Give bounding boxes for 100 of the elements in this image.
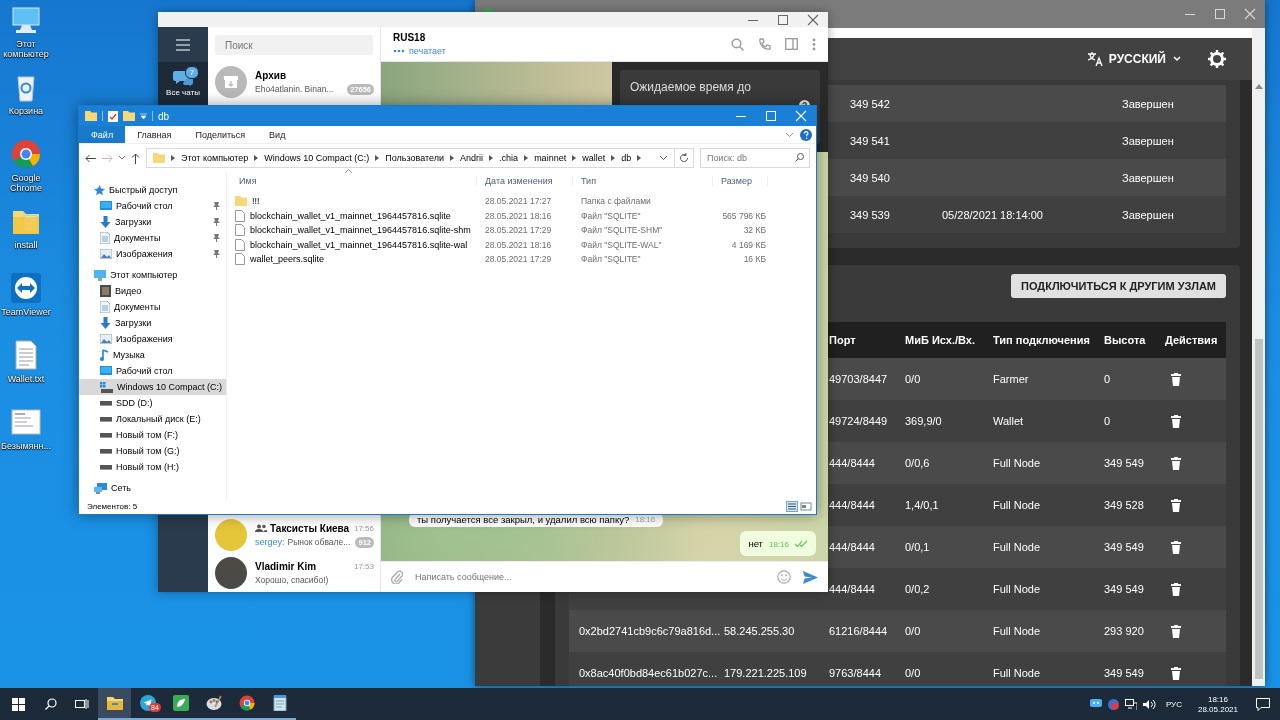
file-type: Файл "SQLITE" (580, 254, 642, 265)
ribbon-tab[interactable]: Поделиться (183, 126, 258, 143)
chevron-down-icon[interactable] (1172, 54, 1182, 64)
search-icon[interactable] (45, 698, 57, 710)
network-icon[interactable] (1124, 698, 1137, 710)
trash-icon[interactable] (1171, 414, 1181, 428)
scrollbar-thumb[interactable] (1254, 339, 1263, 679)
up-icon[interactable] (131, 152, 140, 164)
notification-icon[interactable] (1256, 697, 1270, 711)
nav-item[interactable]: Документы (79, 299, 226, 315)
trash-icon[interactable] (1171, 372, 1181, 386)
desktop-shortcut[interactable]: Корзина (0, 71, 52, 138)
nav-item[interactable]: Этот компьютер (79, 267, 226, 283)
nav-item[interactable]: Windows 10 Compact (C:) (79, 379, 226, 395)
new-folder-icon[interactable] (123, 111, 135, 121)
breadcrumb[interactable]: Windows 10 Compact (C:) (264, 153, 370, 163)
file-row[interactable]: blockchain_wallet_v1_mainnet_1964457816.sqlite 28.05.2021 18:16 Файл "SQLITE" 565 796 КБ (227, 208, 816, 223)
ribbon-tab[interactable]: Главная (125, 126, 184, 143)
details-view-icon[interactable] (786, 501, 798, 512)
recent-dropdown-icon[interactable] (119, 156, 125, 160)
nav-item[interactable]: Сеть (79, 480, 226, 496)
start-icon[interactable] (11, 697, 25, 711)
chat-icon[interactable] (1089, 699, 1102, 709)
nav-item[interactable]: Локальный диск (E:) (79, 411, 226, 427)
nav-item[interactable]: Новый том (F:) (79, 427, 226, 443)
nav-item[interactable]: Изображения (79, 246, 226, 262)
breadcrumb[interactable]: wallet (582, 153, 606, 163)
nav-item[interactable]: Новый том (H:) (79, 459, 226, 475)
nav-item[interactable]: Музыка (79, 347, 226, 363)
mib-cell-text: 0/0 (905, 625, 922, 637)
nav-item[interactable]: Быстрый доступ (79, 182, 226, 198)
breadcrumb[interactable]: db (621, 153, 632, 163)
column-header[interactable]: Размер (713, 176, 768, 186)
column-header[interactable]: Имя (227, 176, 477, 186)
computer-icon (94, 269, 106, 281)
file-row[interactable]: blockchain_wallet_v1_mainnet_1964457816.sqlite-wal 28.05.2021 18:16 Файл "SQLITE-WAL" 4 169 КБ (227, 237, 816, 252)
pictures-icon (100, 249, 112, 259)
breadcrumb[interactable]: Этот компьютер (181, 153, 249, 163)
file-row[interactable]: blockchain_wallet_v1_mainnet_1964457816.sqlite-shm 28.05.2021 17:29 Файл "SQLITE-SHM" 32 КБ (227, 223, 816, 238)
nav-item[interactable]: Видео (79, 283, 226, 299)
scroll-up-icon[interactable] (1254, 83, 1263, 89)
connect-button[interactable]: ПОДКЛЮЧИТЬСЯ К ДРУГИМ УЗЛАМ (1011, 274, 1226, 298)
search-field[interactable]: Поиск: db (700, 148, 810, 168)
taskbar-app[interactable] (98, 688, 131, 720)
settings-icon[interactable] (1208, 50, 1226, 68)
status-text: Элементов: 5 (87, 502, 138, 511)
trash-icon[interactable] (1171, 456, 1181, 470)
nav-item[interactable]: Рабочий стол (79, 198, 226, 214)
nav-item[interactable]: Документы (79, 230, 226, 246)
language-selector[interactable]: РУССКИЙ (1108, 52, 1166, 66)
breadcrumb[interactable]: Andrii (460, 153, 484, 163)
more-icon[interactable] (812, 37, 816, 51)
trash-icon[interactable] (1171, 624, 1181, 638)
trash-icon[interactable] (1171, 498, 1181, 512)
trash-icon[interactable] (1171, 666, 1181, 680)
dropdown-icon[interactable] (140, 113, 147, 119)
phone-icon[interactable] (758, 37, 771, 51)
column-header[interactable]: Тип (573, 176, 713, 186)
column-header: Высота (1104, 334, 1147, 346)
back-icon[interactable] (85, 153, 96, 163)
help-icon[interactable] (800, 128, 812, 141)
app-icon[interactable] (1107, 698, 1119, 710)
folder-tab[interactable]: 7 Все чаты (158, 62, 208, 105)
search-field[interactable]: Поиск (215, 35, 373, 55)
scrollbar[interactable] (1252, 28, 1265, 686)
menu-icon[interactable] (176, 38, 190, 51)
tiles-view-icon[interactable] (800, 501, 812, 512)
refresh-button[interactable] (674, 148, 694, 168)
language-indicator[interactable]: РУС (1161, 699, 1186, 709)
trash-icon[interactable] (1171, 582, 1181, 596)
trash-icon[interactable] (1171, 540, 1181, 554)
desktop-shortcut[interactable]: Google Chrome (0, 138, 52, 205)
chat-list-item[interactable]: Vladimir Kim 17:53 Хорошо, спасибо!) (208, 554, 380, 592)
speaker-icon[interactable] (1142, 698, 1156, 710)
send-icon[interactable] (803, 570, 818, 584)
ribbon-tab[interactable]: Вид (257, 126, 298, 143)
file-row[interactable]: !!! 28.05.2021 17:27 Папка с файлами (227, 194, 816, 209)
nav-item[interactable]: Новый том (G:) (79, 443, 226, 459)
column-header[interactable]: Дата изменения (477, 176, 573, 186)
file-date: 28.05.2021 17:29 (484, 254, 553, 265)
task-view-icon[interactable] (75, 698, 89, 710)
nav-item[interactable]: Рабочий стол (79, 363, 226, 379)
breadcrumb[interactable]: Пользователи (385, 153, 445, 163)
sidebar-icon[interactable] (785, 38, 798, 50)
nav-item[interactable]: Изображения (79, 331, 226, 347)
desktop-shortcut[interactable]: Этот компьютер (0, 4, 52, 71)
chevron-down-icon[interactable] (659, 155, 668, 161)
file-row[interactable]: wallet_peers.sqlite 28.05.2021 17:29 Файл "SQLITE" 16 КБ (227, 252, 816, 267)
breadcrumb[interactable]: mainnet (534, 153, 567, 163)
clock[interactable]: 18:16 28.05.2021 (1191, 694, 1244, 714)
properties-icon[interactable] (108, 110, 118, 122)
nav-item[interactable]: Загрузки (79, 214, 226, 230)
address-bar[interactable]: Этот компьютер Windows 10 Compact (C:) Пользователи Andrii .chia mainnet wallet db (146, 148, 675, 168)
height-cell-text: 349 549 (1104, 541, 1145, 553)
ribbon-tab[interactable]: Файл (79, 126, 126, 143)
nav-item[interactable]: SDD (D:) (79, 395, 226, 411)
ip-cell-text: 179.221.225.109 (724, 667, 808, 679)
breadcrumb[interactable]: .chia (499, 153, 519, 163)
nav-item[interactable]: Загрузки (79, 315, 226, 331)
message-input[interactable]: Написать сообщение... (415, 572, 765, 582)
